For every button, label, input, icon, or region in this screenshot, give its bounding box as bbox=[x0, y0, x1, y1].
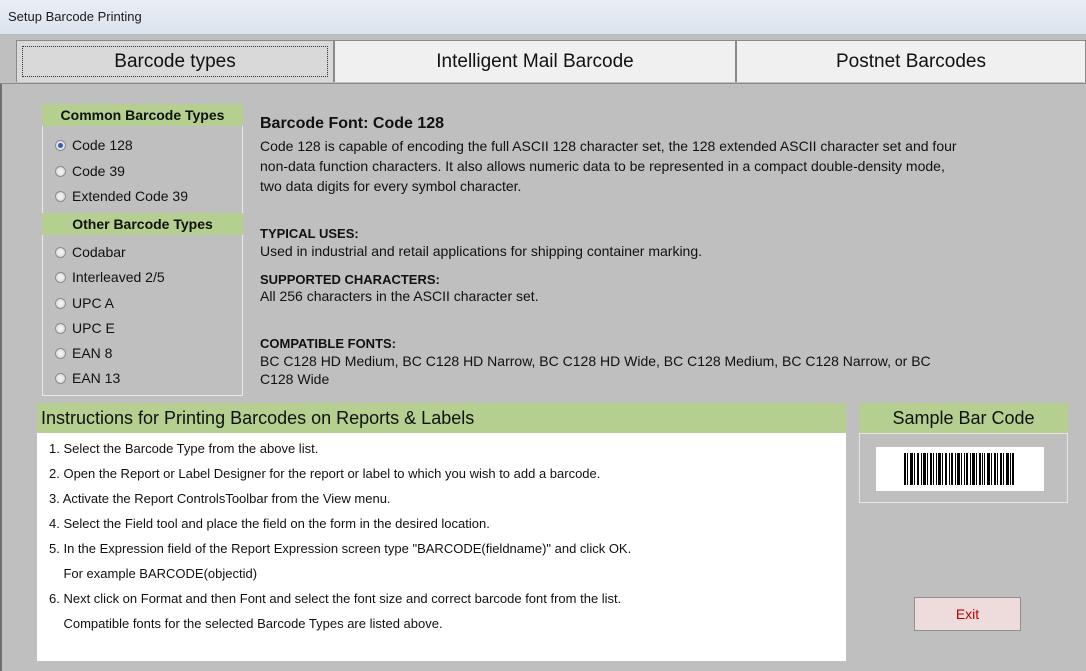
radio-icon bbox=[55, 190, 66, 202]
tab-intelligent-mail-barcode[interactable]: Intelligent Mail Barcode bbox=[334, 40, 736, 82]
instructions-header: Instructions for Printing Barcodes on Re… bbox=[37, 403, 846, 433]
left-border bbox=[0, 84, 2, 671]
instruction-step: 4. Select the Field tool and place the f… bbox=[49, 516, 490, 531]
radio-codabar[interactable]: Codabar bbox=[55, 244, 126, 260]
radio-upc-e[interactable]: UPC E bbox=[55, 320, 115, 336]
description-line-3: two data digits for every symbol charact… bbox=[260, 178, 522, 194]
radio-icon bbox=[55, 246, 66, 258]
radio-ean-8[interactable]: EAN 8 bbox=[55, 345, 112, 361]
radio-interleaved-2-5[interactable]: Interleaved 2/5 bbox=[55, 269, 165, 285]
radio-code-39[interactable]: Code 39 bbox=[55, 163, 125, 179]
radio-icon bbox=[55, 297, 66, 309]
radio-code-128[interactable]: Code 128 bbox=[55, 137, 133, 153]
radio-selected-icon bbox=[55, 139, 66, 151]
radio-icon bbox=[55, 322, 66, 334]
radio-icon bbox=[55, 165, 66, 177]
description-line-1: Code 128 is capable of encoding the full… bbox=[260, 138, 957, 154]
supported-characters-text: All 256 characters in the ASCII characte… bbox=[260, 288, 539, 304]
radio-icon bbox=[55, 372, 66, 384]
instruction-step: 2. Open the Report or Label Designer for… bbox=[49, 466, 601, 481]
instruction-step: 5. In the Expression field of the Report… bbox=[49, 541, 632, 556]
radio-icon bbox=[55, 271, 66, 283]
description-line-2: non-data function characters. It also al… bbox=[260, 158, 945, 174]
instruction-step: 3. Activate the Report ControlsToolbar f… bbox=[49, 491, 391, 506]
barcode-image bbox=[876, 447, 1044, 491]
window-title: Setup Barcode Printing bbox=[8, 9, 142, 24]
other-barcode-types-header: Other Barcode Types bbox=[42, 213, 243, 235]
tab-bar: Barcode types Intelligent Mail Barcode P… bbox=[12, 40, 1086, 84]
typical-uses-text: Used in industrial and retail applicatio… bbox=[260, 243, 703, 259]
tab-divider bbox=[0, 83, 1086, 84]
instruction-step: 6. Next click on Format and then Font an… bbox=[49, 591, 622, 606]
radio-ean-13[interactable]: EAN 13 bbox=[55, 370, 120, 386]
common-barcode-types-header: Common Barcode Types bbox=[42, 104, 243, 126]
barcode-font-title: Barcode Font: Code 128 bbox=[260, 115, 445, 132]
instruction-step: For example BARCODE(objectid) bbox=[49, 566, 258, 581]
compatible-fonts-line-2: C128 Wide bbox=[260, 371, 330, 387]
instruction-step: Compatible fonts for the selected Barcod… bbox=[49, 616, 443, 631]
radio-icon bbox=[55, 347, 66, 359]
sample-barcode-panel: Sample Bar Code bbox=[859, 403, 1068, 503]
sample-barcode-header: Sample Bar Code bbox=[859, 403, 1068, 433]
sample-barcode-frame bbox=[859, 433, 1068, 503]
tab-postnet-barcodes[interactable]: Postnet Barcodes bbox=[736, 40, 1086, 82]
instruction-step: 1. Select the Barcode Type from the abov… bbox=[49, 441, 319, 456]
window-titlebar: Setup Barcode Printing bbox=[0, 0, 1086, 35]
radio-extended-code-39[interactable]: Extended Code 39 bbox=[55, 188, 188, 204]
radio-upc-a[interactable]: UPC A bbox=[55, 295, 114, 311]
instructions-panel: Instructions for Printing Barcodes on Re… bbox=[37, 403, 846, 661]
exit-button[interactable]: Exit bbox=[914, 597, 1021, 631]
compatible-fonts-line-1: BC C128 HD Medium, BC C128 HD Narrow, BC… bbox=[260, 353, 931, 369]
barcode-bars bbox=[904, 453, 1014, 485]
tab-barcode-types[interactable]: Barcode types bbox=[16, 40, 334, 82]
